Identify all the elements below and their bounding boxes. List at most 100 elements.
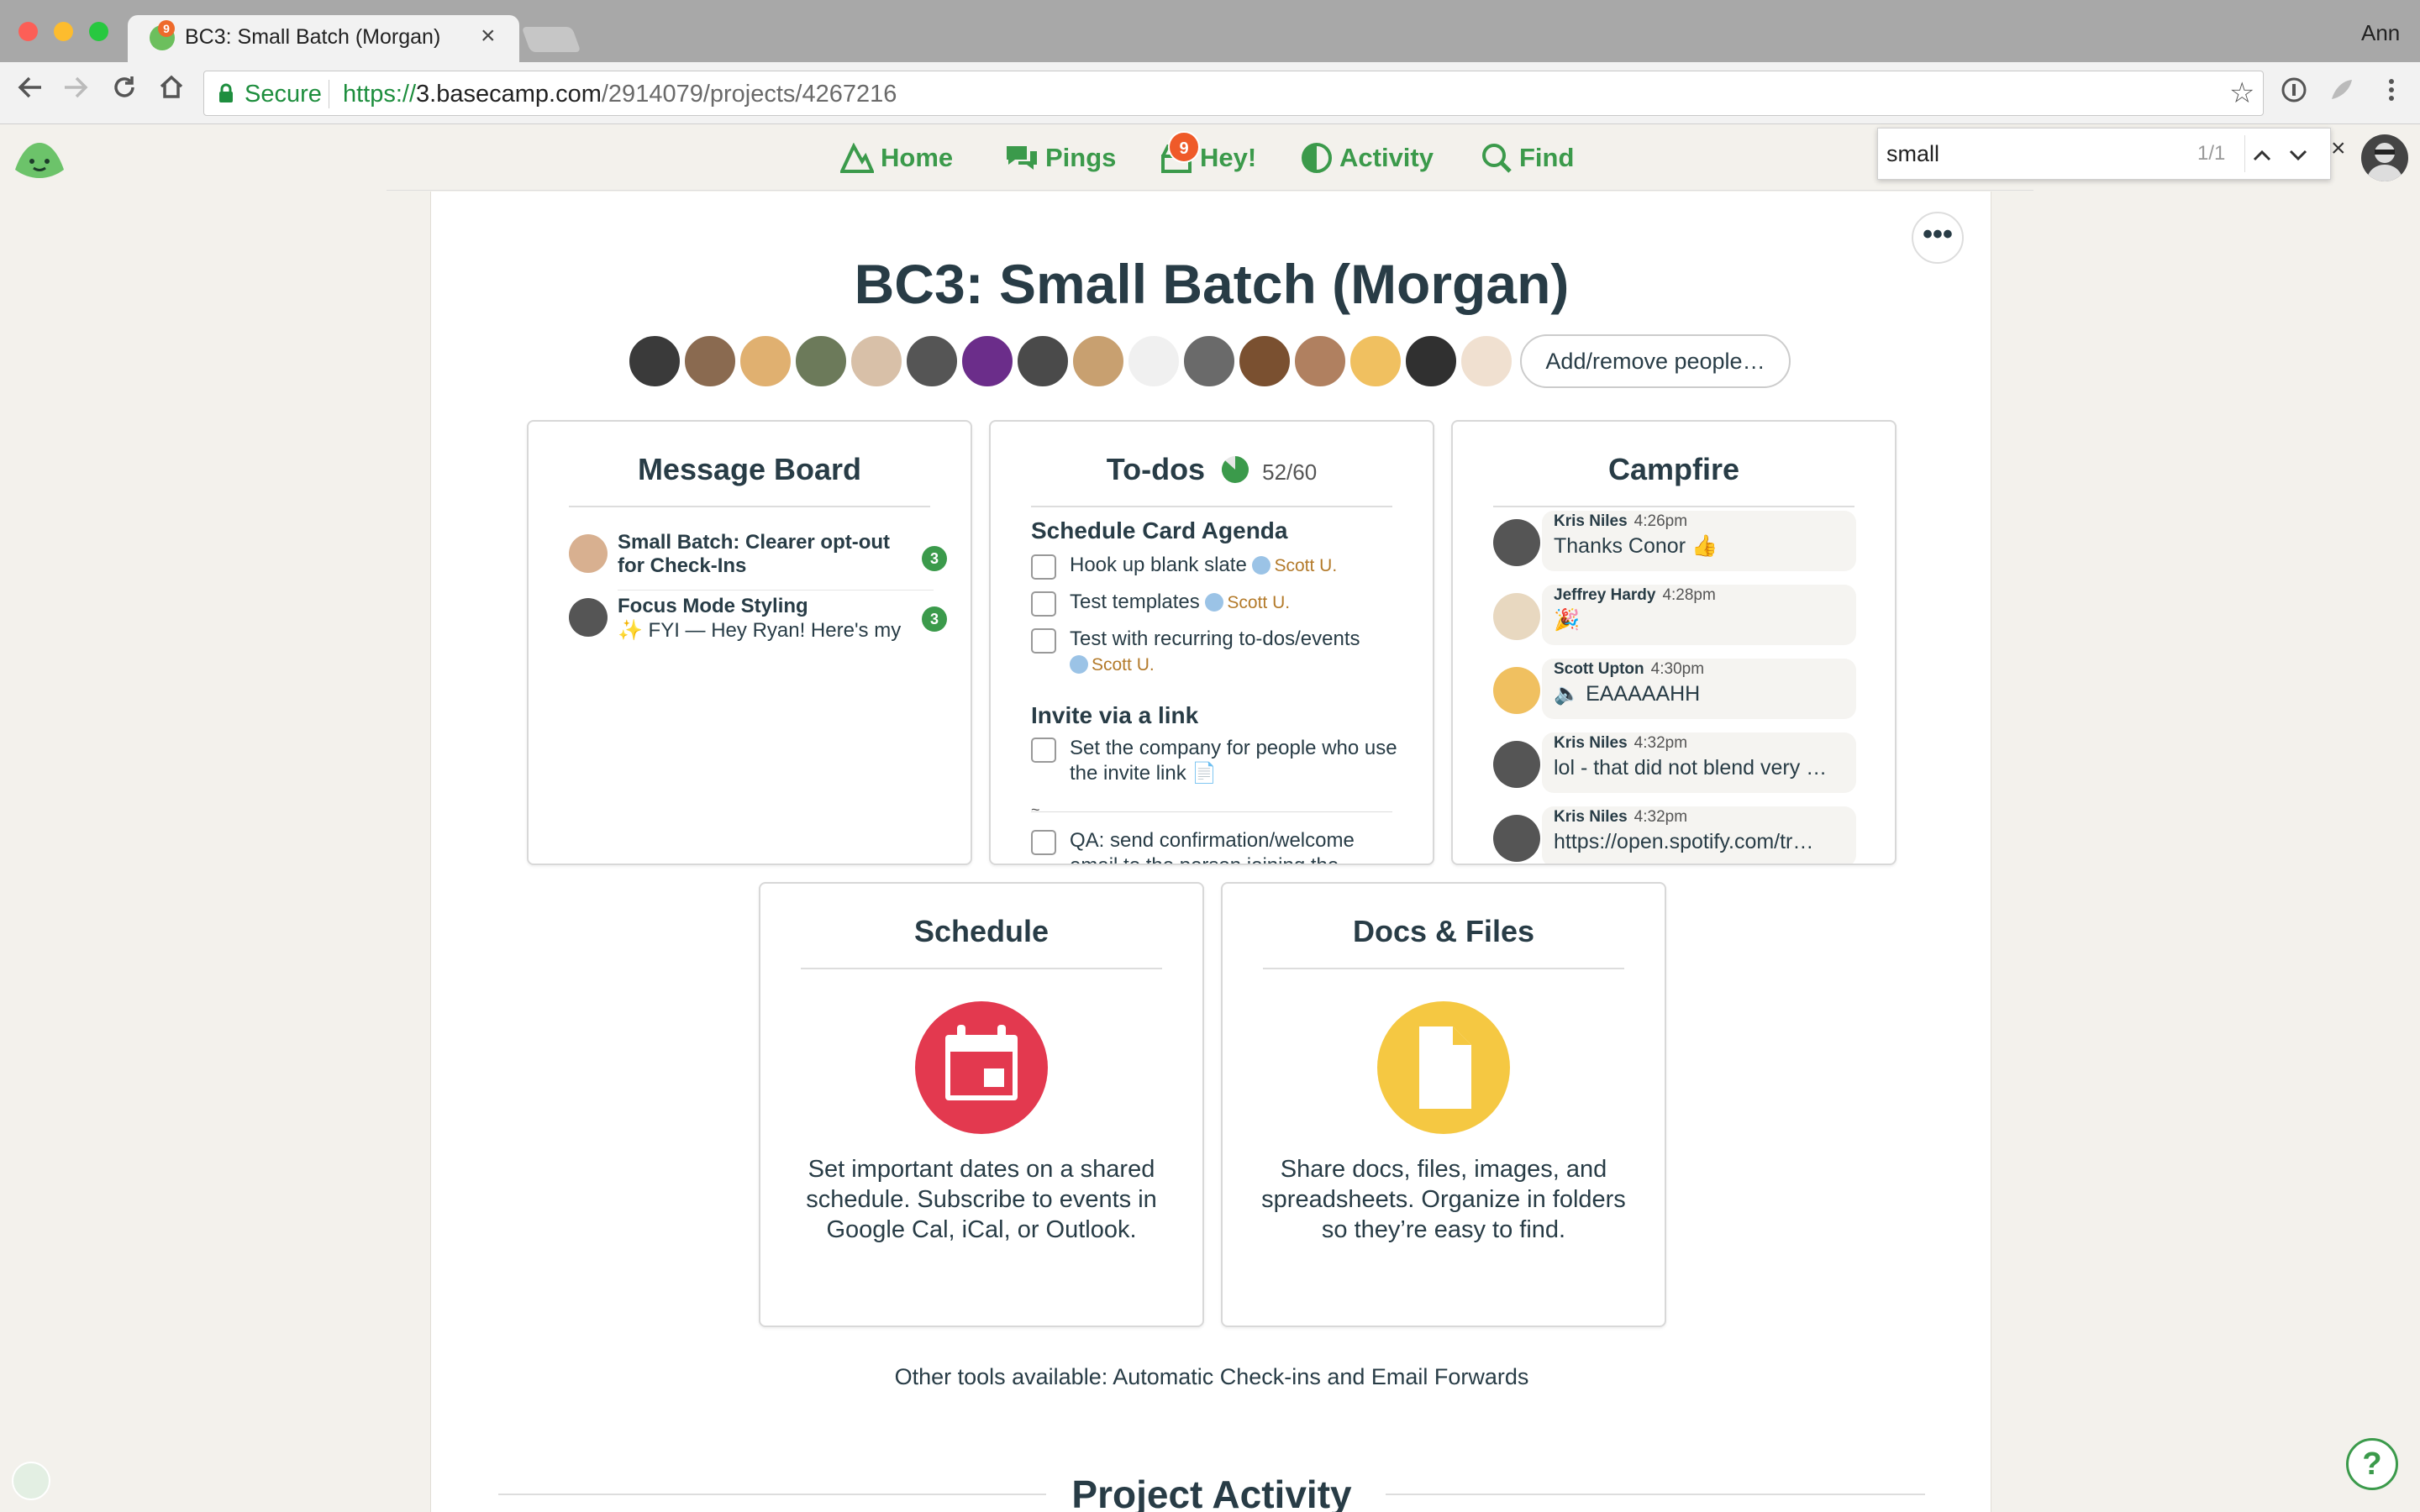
message-item[interactable]: Small Batch: Clearer opt-out for Check-I… xyxy=(569,531,947,586)
message-title: Focus Mode Styling xyxy=(618,595,808,617)
project-member-avatar[interactable] xyxy=(794,334,848,388)
bookmark-star-icon[interactable]: ☆ xyxy=(2229,76,2254,110)
docs-files-description: Share docs, files, images, and spreadshe… xyxy=(1261,1156,1626,1243)
user-avatar[interactable] xyxy=(2361,134,2408,181)
message-item[interactable]: Focus Mode Styling ✨ FYI — Hey Ryan! Her… xyxy=(569,595,947,645)
campfire-text: https://open.spotify.com/tr… xyxy=(1554,830,1814,853)
hey-notification-badge: 9 xyxy=(1168,131,1200,163)
browser-profile-name[interactable]: Ann xyxy=(2361,20,2400,46)
extension-info-icon[interactable] xyxy=(2277,76,2311,109)
tab-badge: 9 xyxy=(158,20,175,37)
find-input[interactable] xyxy=(1886,137,2223,171)
schedule-description: Set important dates on a shared schedule… xyxy=(806,1156,1157,1243)
project-member-avatar[interactable] xyxy=(1349,334,1402,388)
basecamp-corner-logo-icon[interactable] xyxy=(12,1462,50,1500)
campfire-author: Kris Niles 4:32pm xyxy=(1554,808,1687,827)
campfire-message[interactable]: Kris Niles 4:32pm lol - that did not blend… xyxy=(1493,732,1856,798)
window-close-button[interactable] xyxy=(18,22,38,41)
assignee-name: Scott U. xyxy=(1092,655,1155,675)
project-member-avatar[interactable] xyxy=(850,334,903,388)
todo-checkbox[interactable] xyxy=(1031,738,1056,763)
todo-text[interactable]: Hook up blank slate xyxy=(1070,554,1247,576)
project-member-avatar[interactable] xyxy=(1182,334,1236,388)
help-button[interactable]: ? xyxy=(2346,1438,2398,1490)
campfire-time: 4:32pm xyxy=(1634,808,1688,826)
todo-text[interactable]: Set the company for people who use the i… xyxy=(1070,736,1406,786)
message-board-card[interactable]: Message Board Small Batch: Clearer opt-o… xyxy=(527,420,972,865)
nav-find-label: Find xyxy=(1519,143,1575,172)
campfire-message[interactable]: Scott Upton 4:30pm 🔈 EAAAAAHH xyxy=(1493,659,1856,724)
browser-menu-icon[interactable] xyxy=(2375,76,2408,109)
campfire-message[interactable]: Kris Niles 4:32pm https://open.spotify.com… xyxy=(1493,806,1856,864)
project-member-avatar[interactable] xyxy=(1071,334,1125,388)
basecamp-logo-icon[interactable] xyxy=(12,133,67,180)
tab-close-icon[interactable]: × xyxy=(481,22,496,50)
todos-card[interactable]: To-dos 52/60 Schedule Card Agenda Hook u… xyxy=(989,420,1434,865)
campfire-time: 4:28pm xyxy=(1662,586,1716,604)
nav-find[interactable]: Find xyxy=(1481,136,1574,180)
todo-checkbox[interactable] xyxy=(1031,628,1056,654)
project-member-avatar[interactable] xyxy=(1460,334,1513,388)
campfire-author-avatar xyxy=(1493,741,1540,788)
browser-toolbar: Secure https://3.basecamp.com/2914079/pr… xyxy=(0,62,2420,124)
extension-feather-icon[interactable] xyxy=(2324,76,2358,109)
todo-text[interactable]: Test templates xyxy=(1070,591,1200,613)
reload-icon[interactable] xyxy=(104,72,145,113)
todo-checkbox[interactable] xyxy=(1031,591,1056,617)
project-member-avatar[interactable] xyxy=(628,334,681,388)
nav-home[interactable]: Home xyxy=(840,136,953,180)
campfire-card[interactable]: Campfire Kris Niles 4:26pm Thanks Conor 👍 J… xyxy=(1451,420,1897,865)
nav-activity[interactable]: Activity xyxy=(1301,136,1434,180)
project-member-avatar[interactable] xyxy=(1016,334,1070,388)
forward-arrow-icon[interactable] xyxy=(55,72,96,113)
todo-assignee: Scott U. xyxy=(1252,556,1337,575)
docs-files-card[interactable]: Docs & Files Share docs, files, images, … xyxy=(1221,882,1666,1327)
campfire-message[interactable]: Jeffrey Hardy 4:28pm 🎉 xyxy=(1493,585,1856,650)
window-zoom-button[interactable] xyxy=(89,22,108,41)
back-arrow-icon[interactable] xyxy=(10,72,50,113)
url-path: /2914079/projects/4267216 xyxy=(601,81,897,108)
campfire-author-avatar xyxy=(1493,519,1540,566)
project-member-avatar[interactable] xyxy=(683,334,737,388)
project-member-avatar[interactable] xyxy=(1127,334,1181,388)
schedule-card[interactable]: Schedule Set important dates on a shared… xyxy=(759,882,1204,1327)
header-divider xyxy=(387,190,2033,191)
new-tab-button[interactable] xyxy=(521,27,581,52)
todo-text[interactable]: Test with recurring to-dos/events xyxy=(1070,627,1360,650)
todo-checkbox[interactable] xyxy=(1031,830,1056,855)
nav-pings[interactable]: Pings xyxy=(1005,136,1116,180)
campfire-time: 4:32pm xyxy=(1634,734,1688,752)
project-member-avatar[interactable] xyxy=(739,334,792,388)
todo-list-title[interactable]: Schedule Card Agenda xyxy=(1031,517,1287,544)
address-bar[interactable]: Secure https://3.basecamp.com/2914079/pr… xyxy=(203,71,2264,116)
todo-checkbox[interactable] xyxy=(1031,554,1056,580)
browser-tab-active[interactable]: 9 BC3: Small Batch (Morgan) × xyxy=(128,15,519,62)
home-icon[interactable] xyxy=(151,72,192,113)
message-author-avatar xyxy=(569,598,608,637)
add-remove-people-button[interactable]: Add/remove people… xyxy=(1520,334,1791,388)
todo-item: QA: send confirmation/welcome email to t… xyxy=(1031,828,1401,864)
project-member-avatar[interactable] xyxy=(1404,334,1458,388)
window-minimize-button[interactable] xyxy=(54,22,73,41)
project-member-avatar[interactable] xyxy=(905,334,959,388)
campfire-author-name: Kris Niles xyxy=(1554,734,1628,752)
card-divider xyxy=(1263,968,1624,969)
campfire-message[interactable]: Kris Niles 4:26pm Thanks Conor 👍 xyxy=(1493,511,1856,576)
find-next-chevron-down-icon[interactable] xyxy=(2281,135,2315,172)
find-close-icon[interactable]: × xyxy=(2331,134,2346,163)
project-member-avatar[interactable] xyxy=(960,334,1014,388)
todo-item: Test templates Scott U. xyxy=(1031,590,1401,623)
comment-count-badge: 3 xyxy=(922,606,947,632)
todos-progress-count: 52/60 xyxy=(1262,459,1318,485)
todo-item: Set the company for people who use the i… xyxy=(1031,736,1401,788)
todo-list-title[interactable]: Invite via a link xyxy=(1031,702,1198,729)
project-member-avatar[interactable] xyxy=(1293,334,1347,388)
other-tools-link[interactable]: Other tools available: Automatic Check-i… xyxy=(431,1364,1992,1390)
assignee-avatar xyxy=(1205,593,1224,612)
pings-chat-icon xyxy=(1007,146,1037,170)
nav-pings-label: Pings xyxy=(1045,143,1117,172)
project-member-avatar[interactable] xyxy=(1238,334,1292,388)
todo-text[interactable]: QA: send confirmation/welcome email to t… xyxy=(1070,828,1406,864)
campfire-text: 🎉 xyxy=(1554,608,1581,632)
find-previous-chevron-up-icon[interactable] xyxy=(2244,135,2278,172)
